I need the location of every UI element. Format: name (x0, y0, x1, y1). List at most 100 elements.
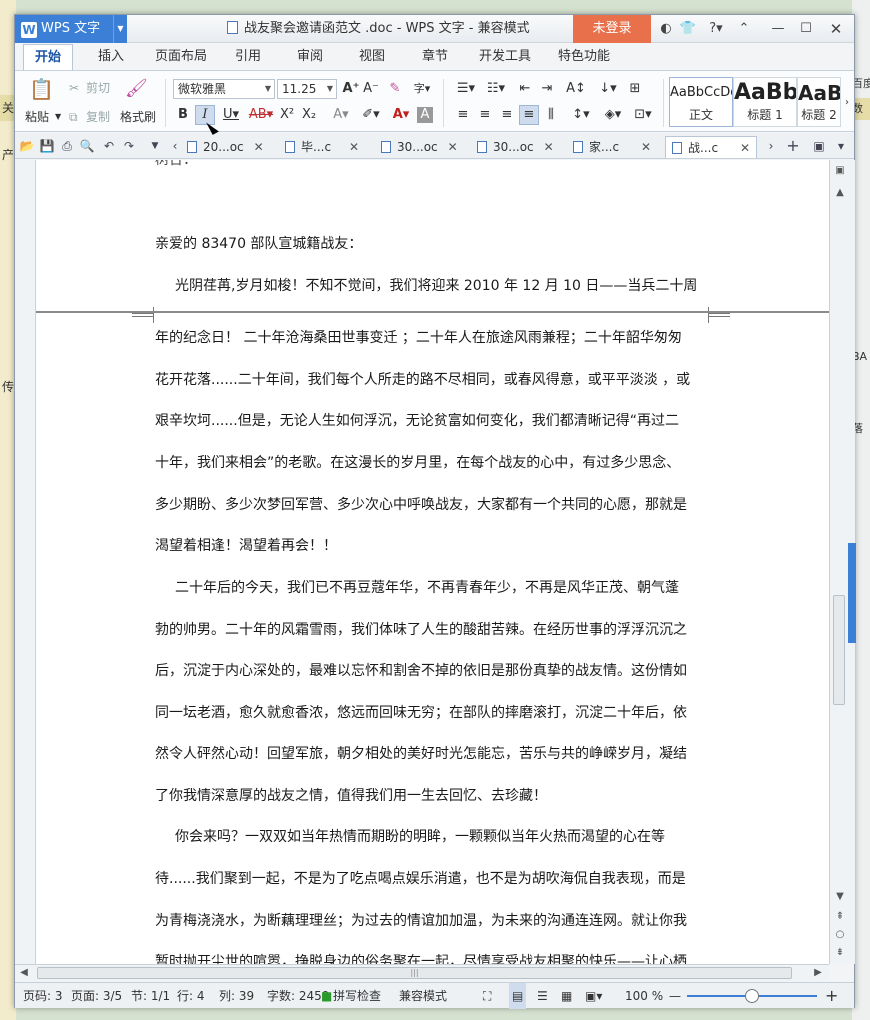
app-menu-button[interactable]: W WPS 文字 ▼ (15, 15, 127, 43)
style-normal[interactable]: AaBbCcDd 正文 (669, 77, 733, 127)
increase-indent-icon[interactable]: ⇥ (537, 79, 557, 99)
tab-insert[interactable]: 插入 (91, 44, 131, 70)
close-icon[interactable]: ✕ (349, 140, 359, 154)
vertical-scrollbar[interactable]: ▣ ▲ ▼ ⇞ ○ ⇟ (829, 160, 856, 964)
close-icon[interactable]: ✕ (254, 140, 264, 154)
close-icon[interactable]: ✕ (740, 141, 750, 155)
chevron-down-icon[interactable]: ▼ (113, 15, 127, 43)
font-name-select[interactable]: 微软雅黑 ▼ (173, 79, 275, 99)
doc-tab[interactable]: 30...oc ✕ (477, 136, 554, 158)
grow-font-icon[interactable]: A⁺ (341, 79, 361, 99)
copy-icon[interactable]: ⧉ (69, 109, 78, 125)
doc-tab[interactable]: 20...oc ✕ (187, 136, 264, 158)
undo-icon[interactable]: ↶ (101, 137, 117, 155)
table-grid-icon[interactable]: ⊞ (625, 79, 645, 99)
skin-icon[interactable]: ◐ (655, 19, 677, 39)
tab-review[interactable]: 审阅 (290, 44, 330, 70)
save-icon[interactable]: 💾 (39, 137, 55, 155)
tabs-scroll-left-icon[interactable]: ‹ (167, 137, 183, 155)
line-spacing-icon[interactable]: ↕▾ (567, 105, 595, 125)
zoom-out-icon[interactable]: — (669, 983, 681, 1009)
tab-view[interactable]: 视图 (352, 44, 392, 70)
horizontal-scrollbar[interactable]: ◀ ||| ▶ (15, 964, 829, 981)
scrollbar-thumb[interactable] (833, 595, 845, 705)
login-button[interactable]: 未登录 (573, 15, 651, 43)
align-justify-icon[interactable]: ≡ (519, 105, 539, 125)
zoom-value[interactable]: 100 % (625, 983, 663, 1009)
side-panel-toggle[interactable] (848, 543, 856, 643)
clear-format-icon[interactable]: ✎ (385, 79, 405, 99)
close-icon[interactable]: ✕ (448, 140, 458, 154)
close-button[interactable]: ✕ (825, 19, 847, 39)
sort-icon[interactable]: ↓▾ (595, 79, 621, 99)
shrink-font-icon[interactable]: A⁻ (361, 79, 381, 99)
align-right-icon[interactable]: ≡ (497, 105, 517, 125)
tab-references[interactable]: 引用 (228, 44, 268, 70)
subscript-icon[interactable]: X₂ (299, 105, 319, 125)
tab-home[interactable]: 开始 (23, 44, 73, 70)
tabs-scroll-right-icon[interactable]: › (763, 137, 779, 155)
paste-icon[interactable]: 📋 (29, 79, 54, 105)
doc-tab[interactable]: 毕...c ✕ (285, 136, 359, 158)
reading-view-icon[interactable]: ▣▾ (585, 983, 611, 1009)
maximize-button[interactable]: ☐ (795, 19, 817, 39)
scissors-icon[interactable]: ✂ (69, 80, 79, 96)
format-painter-button[interactable]: 格式刷 (120, 109, 156, 125)
scrollbar-thumb[interactable]: ||| (37, 967, 792, 979)
next-page-icon[interactable]: ⇟ (833, 946, 847, 960)
print-icon[interactable]: ⎙ (59, 137, 75, 155)
zoom-slider-knob[interactable] (745, 989, 759, 1003)
paste-button[interactable]: 粘贴 (25, 109, 49, 125)
text-effect-icon[interactable]: A▾ (327, 105, 355, 125)
tab-menu-icon[interactable]: ▾ (833, 137, 849, 155)
scroll-left-icon[interactable]: ◀ (17, 966, 31, 980)
scroll-up-icon[interactable]: ▲ (833, 186, 847, 200)
select-browse-object-icon[interactable]: ○ (833, 928, 847, 942)
paste-dropdown-icon[interactable]: ▼ (55, 109, 61, 125)
font-size-select[interactable]: 11.25 ▼ (277, 79, 337, 99)
format-painter-icon[interactable]: 🖌 (125, 79, 148, 99)
style-heading-2[interactable]: AaB 标题 2 (797, 77, 841, 127)
tab-chapter[interactable]: 章节 (415, 44, 455, 70)
collapse-ribbon-icon[interactable]: ⌃ (733, 19, 755, 39)
scroll-down-icon[interactable]: ▼ (833, 890, 847, 904)
open-folder-icon[interactable]: 📂 (19, 137, 35, 155)
document-area[interactable]: 树台： 亲爱的 83470 部队宣城籍战友： 光阴荏苒,岁月如梭！不知不觉间，我… (15, 160, 829, 964)
bold-icon[interactable]: B (173, 105, 193, 125)
scroll-right-icon[interactable]: ▶ (811, 966, 825, 980)
shading-icon[interactable]: ◈▾ (599, 105, 627, 125)
print-preview-icon[interactable]: 🔍 (79, 137, 95, 155)
help-icon[interactable]: ?▾ (703, 19, 729, 39)
align-center-icon[interactable]: ≡ (475, 105, 495, 125)
styles-scroll-icon[interactable]: › (841, 93, 853, 113)
close-icon[interactable]: ✕ (544, 140, 554, 154)
border-icon[interactable]: ⊡▾ (629, 105, 657, 125)
highlight-icon[interactable]: ✐▾ (357, 105, 385, 125)
new-tab-icon[interactable]: + (785, 137, 801, 155)
minimize-button[interactable]: — (767, 19, 789, 39)
close-icon[interactable]: ✕ (641, 140, 651, 154)
style-heading-1[interactable]: AaBb 标题 1 (733, 77, 797, 127)
strikethrough-icon[interactable]: AB▾ (247, 105, 275, 125)
doc-tab[interactable]: 家...c ✕ (573, 136, 651, 158)
distribute-icon[interactable]: ⫼ (541, 105, 561, 125)
bullet-list-icon[interactable]: ☰▾ (451, 79, 481, 99)
doc-tab-active[interactable]: 战...c ✕ (665, 136, 758, 158)
char-shading-icon[interactable]: A (417, 107, 433, 123)
web-view-icon[interactable]: ▦ (561, 983, 572, 1009)
numbered-list-icon[interactable]: ☷▾ (481, 79, 511, 99)
tab-developer[interactable]: 开发工具 (475, 44, 535, 70)
document-page[interactable]: 树台： 亲爱的 83470 部队宣城籍战友： 光阴荏苒,岁月如梭！不知不觉间，我… (36, 160, 829, 964)
align-left-icon[interactable]: ≡ (453, 105, 473, 125)
fullscreen-view-icon[interactable]: ⛶ (483, 983, 491, 1009)
cut-button[interactable]: 剪切 (86, 80, 110, 96)
page-view-icon[interactable]: ▤ (509, 983, 527, 1009)
spell-check-button[interactable]: 拼写检查 (333, 983, 381, 1009)
customize-toolbar-icon[interactable]: ▼ (147, 137, 163, 155)
doc-tab[interactable]: 30...oc ✕ (381, 136, 458, 158)
text-direction-icon[interactable]: A↕ (561, 79, 591, 99)
previous-page-icon[interactable]: ⇞ (833, 910, 847, 924)
page-view-icon[interactable]: ▣ (833, 164, 847, 178)
redo-icon[interactable]: ↷ (121, 137, 137, 155)
phonetic-icon[interactable]: 字▾ (409, 79, 435, 99)
